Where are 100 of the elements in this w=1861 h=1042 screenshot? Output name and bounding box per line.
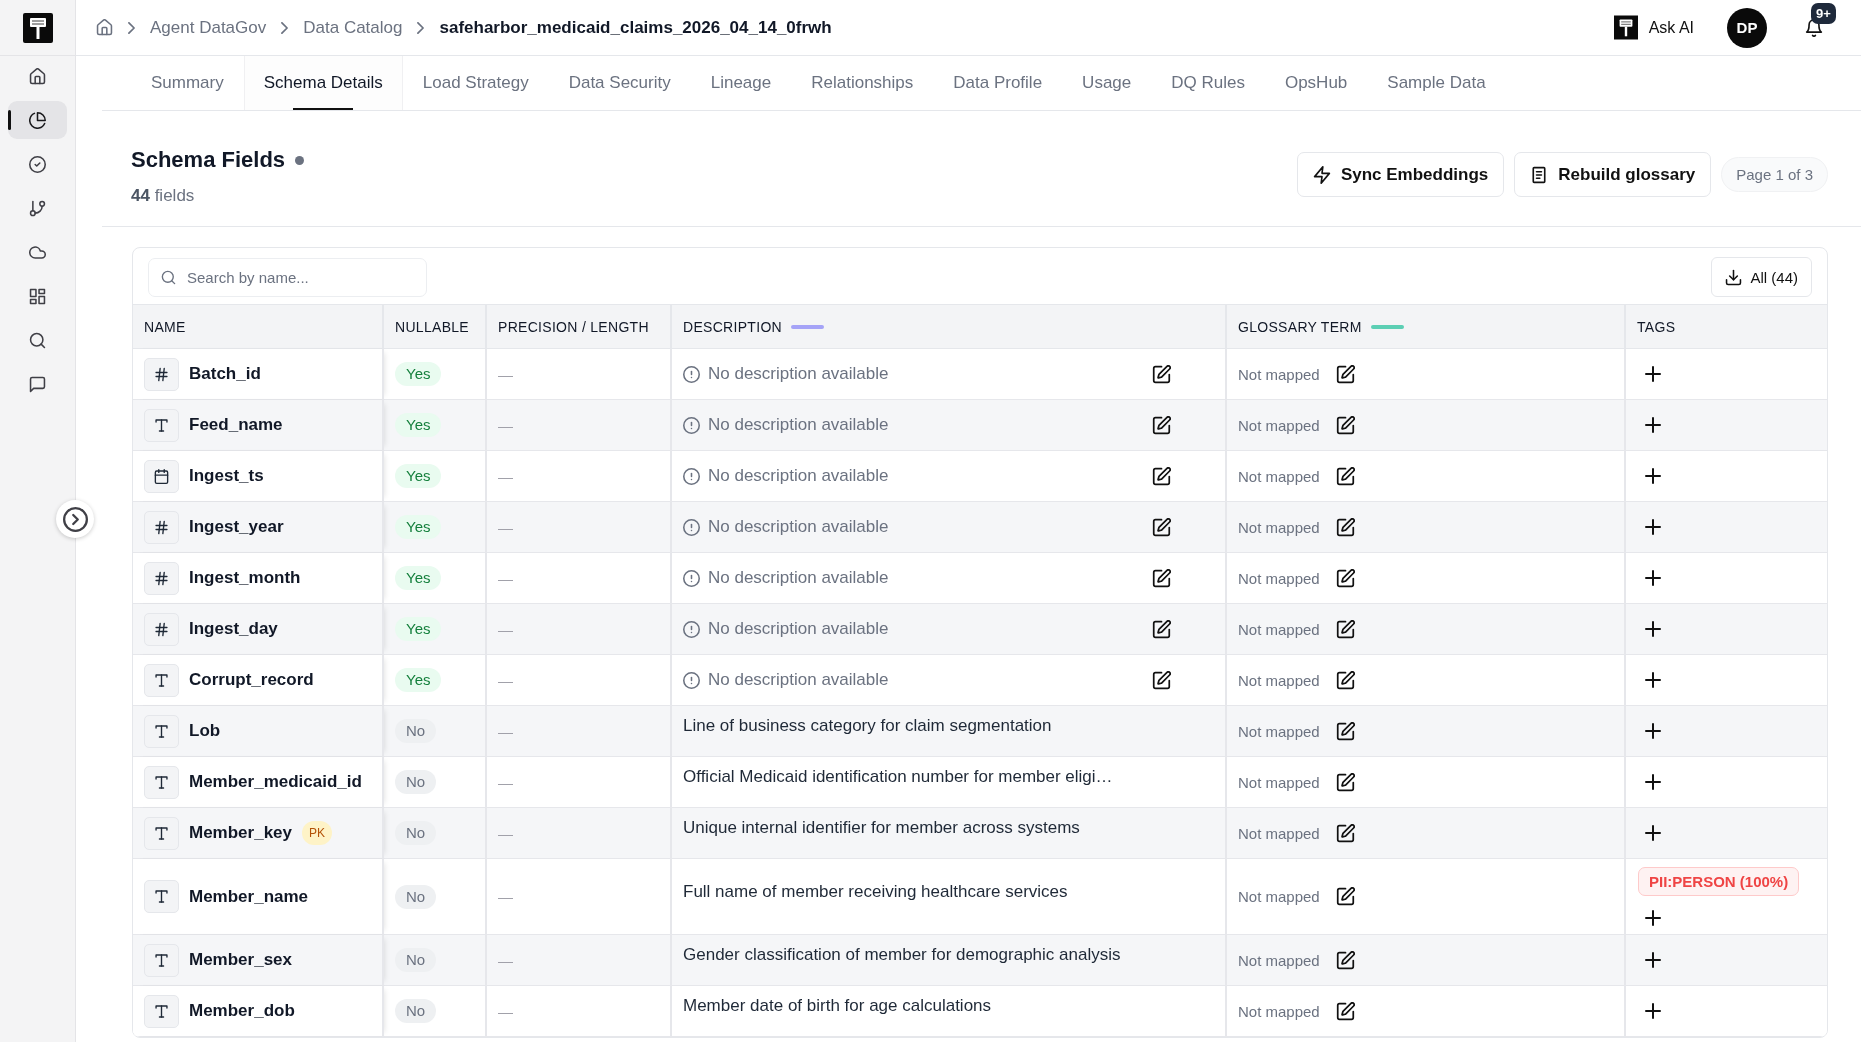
description-text: No description available <box>708 415 890 435</box>
edit-icon[interactable] <box>1152 415 1171 435</box>
plus-icon[interactable] <box>1645 570 1661 586</box>
breadcrumb-link[interactable]: Data Catalog <box>303 17 403 38</box>
edit-icon[interactable] <box>1335 619 1355 639</box>
edit-icon[interactable] <box>1335 721 1355 741</box>
ask-ai-button[interactable]: Ask AI <box>1613 15 1694 40</box>
precision-value: — <box>498 722 513 740</box>
status-dot-icon <box>295 155 305 165</box>
edit-icon[interactable] <box>1335 466 1355 486</box>
field-name: Member_sex <box>189 950 292 970</box>
sidebar-item[interactable] <box>8 101 67 139</box>
edit-icon[interactable] <box>1335 670 1355 690</box>
tab[interactable]: Load Strategy <box>402 56 549 110</box>
plus-icon[interactable] <box>1645 621 1661 637</box>
field-name: Ingest_ts <box>189 466 264 486</box>
hammer-logo-icon[interactable] <box>22 12 53 43</box>
column-header: NAME <box>144 318 186 335</box>
tab[interactable]: Usage <box>1062 56 1152 110</box>
edit-icon[interactable] <box>1335 517 1355 537</box>
user-avatar[interactable]: DP <box>1727 7 1767 48</box>
chat-icon <box>29 375 46 393</box>
plus-icon[interactable] <box>1645 910 1661 926</box>
nullable-pill: Yes <box>395 464 442 488</box>
precision-value: — <box>498 467 513 485</box>
home-icon[interactable] <box>96 19 113 36</box>
plus-icon[interactable] <box>1645 468 1661 484</box>
plus-icon[interactable] <box>1645 774 1661 790</box>
nullable-pill: Yes <box>395 413 442 437</box>
description-text: No description available <box>708 568 890 588</box>
rebuild-glossary-button[interactable]: Rebuild glossary <box>1514 152 1712 197</box>
field-name: Ingest_day <box>189 619 278 639</box>
glossary-term: Not mapped <box>1238 888 1320 905</box>
tab[interactable]: DQ Rules <box>1151 56 1265 110</box>
precision-value: — <box>498 951 513 969</box>
edit-icon[interactable] <box>1335 772 1355 792</box>
description-text: Unique internal identifier for member across systems <box>683 818 1080 839</box>
tab[interactable]: Data Security <box>548 56 691 110</box>
precision-value: — <box>498 824 513 842</box>
tab[interactable]: Summary <box>131 56 244 110</box>
description-text: Official Medicaid identification number for member eligi… <box>683 767 1113 788</box>
edit-icon[interactable] <box>1335 568 1355 588</box>
search-icon <box>161 269 176 285</box>
nullable-pill: Yes <box>395 668 442 692</box>
tab[interactable]: Lineage <box>690 56 792 110</box>
tag-chip: PII:PERSON (100%) <box>1638 867 1800 896</box>
pie-chart-icon <box>29 111 46 129</box>
edit-icon[interactable] <box>1152 364 1171 384</box>
plus-icon[interactable] <box>1645 366 1661 382</box>
plus-icon[interactable] <box>1645 825 1661 841</box>
hammer-logo-icon <box>1613 15 1638 40</box>
edit-icon[interactable] <box>1335 1001 1355 1021</box>
section-title: Schema Fields <box>131 146 286 174</box>
sync-embeddings-button[interactable]: Sync Embeddings <box>1296 152 1505 197</box>
expand-sidebar-button[interactable] <box>56 500 94 538</box>
exclamation-circle-icon <box>683 467 700 485</box>
search-icon <box>29 331 46 349</box>
edit-icon[interactable] <box>1335 364 1355 384</box>
nullable-pill: Yes <box>395 362 442 386</box>
tab[interactable]: Sample Data <box>1367 56 1506 110</box>
glossary-term: Not mapped <box>1238 824 1320 842</box>
plus-icon[interactable] <box>1645 417 1661 433</box>
precision-value: — <box>498 671 513 689</box>
description-text: No description available <box>708 670 890 690</box>
search-field[interactable]: Search by name... <box>148 257 427 297</box>
field-name: Member_medicaid_id <box>189 772 362 792</box>
plus-icon[interactable] <box>1645 519 1661 535</box>
tab[interactable]: Relationships <box>791 56 934 110</box>
glossary-term: Not mapped <box>1238 518 1320 536</box>
field-count: 44 fields <box>131 185 196 207</box>
chevron-right-icon <box>281 21 289 34</box>
edit-icon[interactable] <box>1152 568 1171 588</box>
edit-icon[interactable] <box>1335 887 1355 906</box>
field-name: Corrupt_record <box>189 670 314 690</box>
tab[interactable]: OpsHub <box>1264 56 1368 110</box>
exclamation-circle-icon <box>683 416 700 434</box>
edit-icon[interactable] <box>1335 950 1355 970</box>
tab[interactable]: Data Profile <box>933 56 1063 110</box>
glossary-term: Not mapped <box>1238 773 1320 791</box>
breadcrumb-current: safeharbor_medicaid_claims_2026_04_14_0frwh <box>439 17 832 38</box>
edit-icon[interactable] <box>1152 517 1171 537</box>
plus-icon[interactable] <box>1645 672 1661 688</box>
edit-icon[interactable] <box>1152 619 1171 639</box>
plus-icon[interactable] <box>1645 1003 1661 1019</box>
breadcrumb-link[interactable]: Agent DataGov <box>150 17 267 38</box>
download-all-button[interactable]: All (44) <box>1711 257 1812 297</box>
description-text: Line of business category for claim segmentation <box>683 716 1052 737</box>
tab[interactable]: Schema Details <box>243 56 403 110</box>
edit-icon[interactable] <box>1152 670 1171 690</box>
column-header: GLOSSARY TERM <box>1238 318 1362 335</box>
plus-icon[interactable] <box>1645 952 1661 968</box>
nullable-pill: Yes <box>395 566 442 590</box>
plus-icon[interactable] <box>1645 723 1661 739</box>
column-header: TAGS <box>1637 318 1676 335</box>
exclamation-circle-icon <box>683 671 700 689</box>
key-badge: PK <box>302 821 333 845</box>
edit-icon[interactable] <box>1335 823 1355 843</box>
edit-icon[interactable] <box>1152 466 1171 486</box>
edit-icon[interactable] <box>1335 415 1355 435</box>
precision-value: — <box>498 416 513 434</box>
